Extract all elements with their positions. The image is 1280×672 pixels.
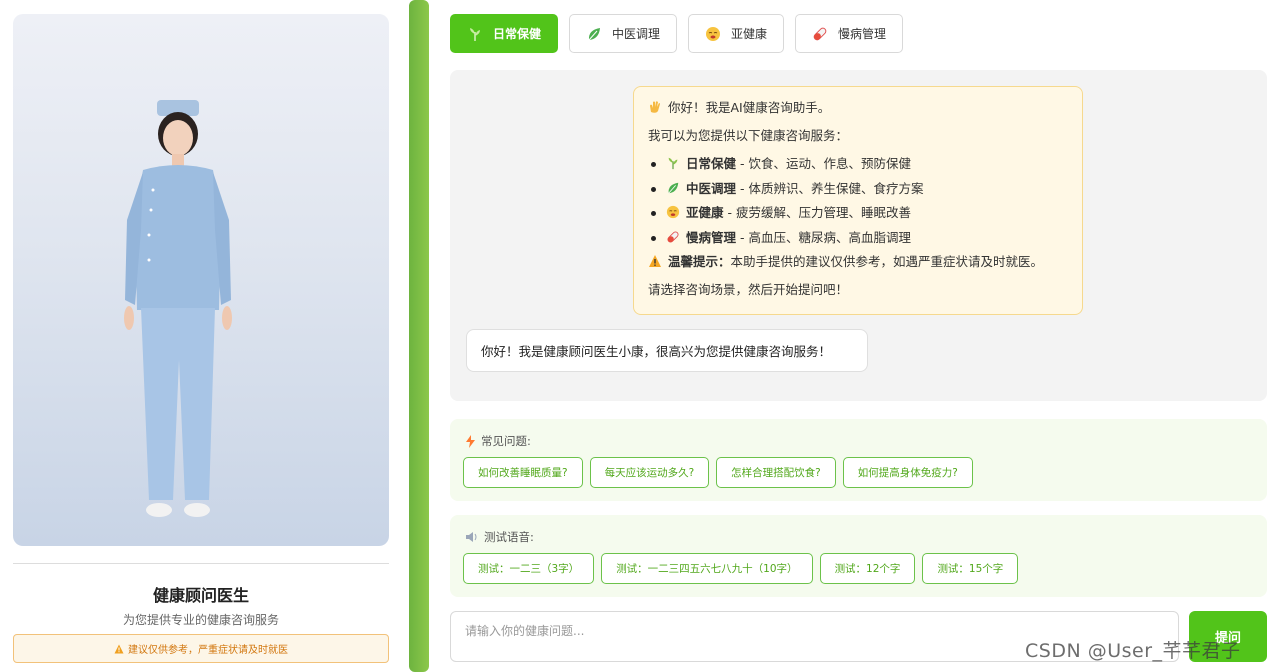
watermark: CSDN @User_芊芊君子 <box>1025 640 1241 662</box>
panel-divider[interactable] <box>409 0 429 672</box>
avatar-card <box>13 14 389 546</box>
doctor-description: 为您提供专业的健康咨询服务 <box>122 613 279 627</box>
tab-label: 中医调理 <box>612 27 661 41</box>
service-desc: - 高血压、糖尿病、高血脂调理 <box>736 229 911 245</box>
tab-label: 慢病管理 <box>838 27 887 41</box>
tip-label: 温馨提示： <box>668 254 731 269</box>
tab-tcm[interactable]: 中医调理 <box>569 14 678 53</box>
tip-line: 温馨提示：本助手提供的建议仅供参考，如遇严重症状请及时就医。 <box>648 253 1068 271</box>
speaker-icon <box>466 532 477 542</box>
voice-title: 测试语音: <box>484 530 534 544</box>
faq-chip[interactable]: 如何提高身体免疫力? <box>842 457 973 488</box>
service-item: 中医调理 - 体质辨识、养生保健、食疗方案 <box>648 180 1068 198</box>
disclaimer-banner: 建议仅供参考，严重症状请及时就医 <box>13 634 389 663</box>
faq-chip[interactable]: 每天应该运动多久? <box>589 457 710 488</box>
welcome-message: 你好！我是AI健康咨询助手。 我可以为您提供以下健康咨询服务： 日常保健 - 饮… <box>633 86 1083 315</box>
tab-label: 日常保健 <box>493 27 542 41</box>
tired-face-icon <box>666 205 680 219</box>
voice-test-chip[interactable]: 测试：一二三四五六七八九十（10字） <box>601 553 813 584</box>
scenario-tabs: 日常保健 中医调理 亚健康 慢病管理 <box>450 14 904 53</box>
tip-text: 本助手提供的建议仅供参考，如遇严重症状请及时就医。 <box>730 254 1044 269</box>
voice-chips: 测试：一二三（3字） 测试：一二三四五六七八九十（10字） 测试：12个字 测试… <box>463 553 1019 584</box>
leaf-icon <box>588 27 601 40</box>
voice-test-section: 测试语音: 测试：一二三（3字） 测试：一二三四五六七八九十（10字） 测试：1… <box>450 515 1267 597</box>
voice-test-chip[interactable]: 测试：一二三（3字） <box>463 553 595 584</box>
lightning-icon <box>466 434 475 448</box>
waving-hand-icon <box>648 100 662 114</box>
leaf-icon <box>668 182 679 194</box>
service-item: 亚健康 - 疲劳缓解、压力管理、睡眠改善 <box>648 204 1068 222</box>
faq-chip[interactable]: 怎样合理搭配饮食? <box>716 457 836 488</box>
service-name: 慢病管理 <box>686 229 737 245</box>
warning-icon <box>649 255 661 267</box>
tab-label: 亚健康 <box>731 27 768 41</box>
left-divider <box>13 563 389 564</box>
voice-test-chip[interactable]: 测试：12个字 <box>819 553 916 584</box>
service-name: 中医调理 <box>686 180 737 196</box>
doctor-avatar <box>124 100 232 517</box>
faq-title-row: 常见问题: <box>465 433 531 449</box>
welcome-greeting-line: 你好！我是AI健康咨询助手。 <box>648 99 1068 117</box>
service-name: 亚健康 <box>686 205 724 220</box>
service-item: 慢病管理 - 高血压、糖尿病、高血脂调理 <box>648 229 1068 247</box>
left-panel: 健康顾问医生 为您提供专业的健康咨询服务 建议仅供参考，严重症状请及时就医 <box>0 0 404 672</box>
disclaimer-text: 建议仅供参考，严重症状请及时就医 <box>128 645 288 656</box>
service-name: 日常保健 <box>686 156 737 171</box>
service-desc: - 疲劳缓解、压力管理、睡眠改善 <box>723 205 911 220</box>
herb-icon <box>470 27 480 41</box>
welcome-intro: 我可以为您提供以下健康咨询服务： <box>648 128 849 143</box>
faq-title: 常见问题: <box>481 434 531 448</box>
bot-message: 你好！我是健康顾问医生小康，很高兴为您提供健康咨询服务！ <box>466 329 868 372</box>
welcome-greeting: 你好！我是AI健康咨询助手。 <box>668 100 831 115</box>
pill-icon <box>667 230 679 243</box>
warning-icon <box>114 644 124 653</box>
herb-icon <box>668 157 678 170</box>
faq-chips: 如何改善睡眠质量? 每天应该运动多久? 怎样合理搭配饮食? 如何提高身体免疫力? <box>463 457 973 488</box>
faq-chip[interactable]: 如何改善睡眠质量? <box>463 457 583 488</box>
doctor-name: 健康顾问医生 <box>152 586 249 605</box>
service-item: 日常保健 - 饮食、运动、作息、预防保健 <box>648 155 1068 173</box>
pill-icon <box>813 27 827 40</box>
faq-section: 常见问题: 如何改善睡眠质量? 每天应该运动多久? 怎样合理搭配饮食? 如何提高… <box>450 419 1267 501</box>
service-desc: - 饮食、运动、作息、预防保健 <box>736 156 911 171</box>
tab-sub-health[interactable]: 亚健康 <box>688 14 785 53</box>
welcome-closing: 请选择咨询场景，然后开始提问吧！ <box>648 282 849 297</box>
tab-daily-care[interactable]: 日常保健 <box>450 14 559 53</box>
service-desc: - 体质辨识、养生保健、食疗方案 <box>736 180 924 196</box>
voice-title-row: 测试语音: <box>465 529 534 545</box>
service-list: 日常保健 - 饮食、运动、作息、预防保健 中医调理 - 体质辨识、养生保健、食疗… <box>648 155 1068 247</box>
tired-face-icon <box>706 26 721 41</box>
chat-area[interactable]: 你好！我是AI健康咨询助手。 我可以为您提供以下健康咨询服务： 日常保健 - 饮… <box>450 70 1267 401</box>
voice-test-chip[interactable]: 测试：15个字 <box>922 553 1019 584</box>
tab-chronic[interactable]: 慢病管理 <box>795 14 904 53</box>
bot-message-text: 你好！我是健康顾问医生小康，很高兴为您提供健康咨询服务！ <box>481 344 832 359</box>
